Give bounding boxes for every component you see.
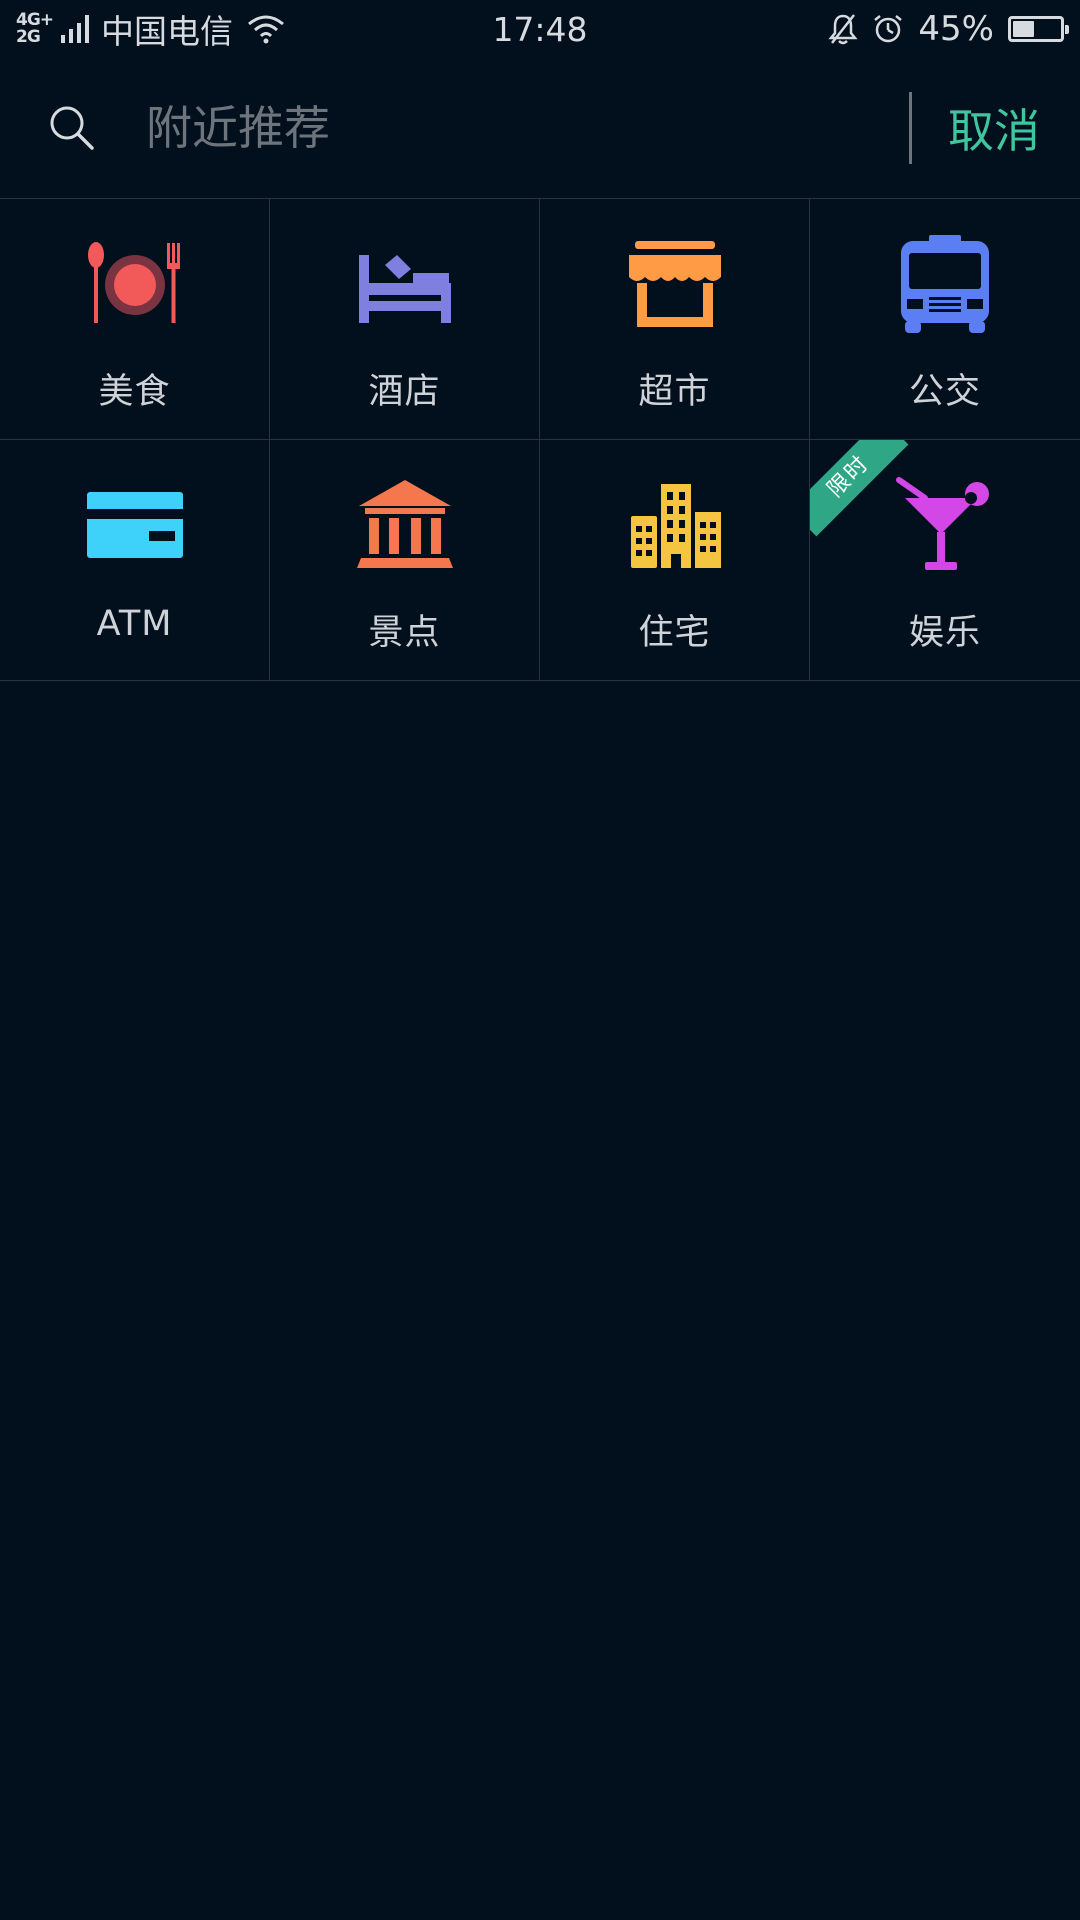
category-label: 美食 <box>98 372 171 412</box>
category-attraction[interactable]: 景点 <box>270 440 540 681</box>
category-supermarket[interactable]: 超市 <box>540 199 810 440</box>
battery-level-fill <box>1013 21 1034 37</box>
supermarket-icon <box>625 235 725 335</box>
category-bus[interactable]: 公交 <box>810 199 1080 440</box>
carrier-name: 中国电信 <box>101 12 234 51</box>
network-type: 4G+ 2G <box>16 12 54 47</box>
category-label: 公交 <box>908 372 981 412</box>
cocktail-icon <box>895 476 995 576</box>
battery-icon <box>1008 16 1069 42</box>
status-right: 45% <box>828 9 1069 49</box>
category-hotel[interactable]: 酒店 <box>270 199 540 440</box>
bus-icon <box>895 235 995 335</box>
category-label: 景点 <box>368 613 441 653</box>
mute-bell-icon <box>828 14 859 45</box>
search-divider <box>909 92 912 164</box>
cancel-button[interactable]: 取消 <box>948 95 1040 161</box>
limited-time-badge: 限时 <box>810 440 909 537</box>
category-label: 超市 <box>638 372 711 412</box>
search-icon <box>48 104 96 152</box>
category-food[interactable]: 美食 <box>0 199 270 440</box>
bank-card-icon <box>85 476 185 576</box>
battery-percent: 45% <box>918 9 994 49</box>
category-entertainment[interactable]: 限时 娱乐 <box>810 440 1080 681</box>
category-residential[interactable]: 住宅 <box>540 440 810 681</box>
category-atm[interactable]: ATM <box>0 440 270 681</box>
wifi-icon <box>248 15 284 44</box>
museum-icon <box>355 476 455 576</box>
status-left: 4G+ 2G 中国电信 <box>16 5 828 53</box>
category-label: ATM <box>96 604 173 644</box>
category-label: 娱乐 <box>908 613 981 653</box>
status-bar: 4G+ 2G 中国电信 17:48 45% <box>0 0 1080 58</box>
search-input[interactable] <box>146 88 909 168</box>
buildings-icon <box>625 476 725 576</box>
hotel-bed-icon <box>355 235 455 335</box>
alarm-icon <box>874 15 903 43</box>
search-bar: 取消 <box>0 58 1080 198</box>
dining-icon <box>85 235 185 335</box>
category-label: 酒店 <box>368 372 441 412</box>
category-grid: 美食 酒店 超市 公交 ATM 景点 住宅 限时 娱乐 <box>0 198 1080 681</box>
network-type-bottom: 2G <box>16 27 41 47</box>
category-label: 住宅 <box>638 613 711 653</box>
signal-icon <box>61 15 90 43</box>
